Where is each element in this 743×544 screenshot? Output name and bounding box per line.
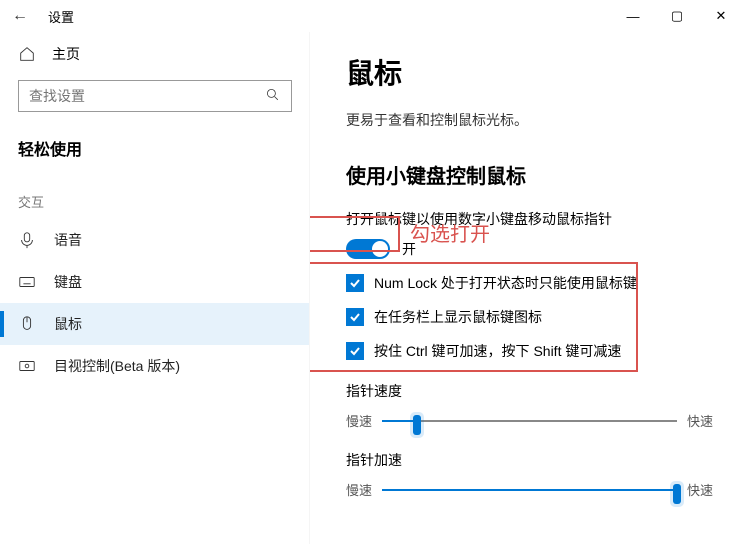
microphone-icon xyxy=(18,231,36,249)
nav-label: 目视控制(Beta 版本) xyxy=(54,356,180,376)
main-panel: 鼠标 更易于查看和控制鼠标光标。 使用小键盘控制鼠标 打开鼠标键以使用数字小键盘… xyxy=(310,32,743,544)
keyboard-icon xyxy=(18,273,36,291)
sidebar-item-keyboard[interactable]: 键盘 xyxy=(0,261,309,303)
close-button[interactable]: ✕ xyxy=(699,0,743,32)
nav-label: 键盘 xyxy=(54,272,82,292)
ctrl-shift-checkbox[interactable] xyxy=(346,342,364,360)
check-label: Num Lock 处于打开状态时只能使用鼠标键 xyxy=(374,273,637,293)
window-title: 设置 xyxy=(48,7,74,26)
fast-label: 快速 xyxy=(687,480,713,499)
slow-label: 慢速 xyxy=(346,480,372,499)
back-button[interactable]: ← xyxy=(0,7,40,25)
numlock-checkbox[interactable] xyxy=(346,274,364,292)
maximize-button[interactable]: ▢ xyxy=(655,0,699,32)
mouse-keys-toggle[interactable] xyxy=(346,239,390,259)
section-heading: 使用小键盘控制鼠标 xyxy=(346,160,713,189)
pointer-speed-slider[interactable] xyxy=(382,412,677,430)
page-heading: 鼠标 xyxy=(346,52,713,92)
sidebar-item-mouse[interactable]: 鼠标 xyxy=(0,303,309,345)
sidebar: 主页 轻松使用 交互 语音 键盘 xyxy=(0,32,310,544)
search-input[interactable] xyxy=(29,88,265,104)
title-bar: ← 设置 ― ▢ ✕ xyxy=(0,0,743,32)
section-title: 轻松使用 xyxy=(0,122,309,184)
page-description: 更易于查看和控制鼠标光标。 xyxy=(346,110,713,130)
sidebar-item-voice[interactable]: 语音 xyxy=(0,219,309,261)
pointer-accel-label: 指针加速 xyxy=(346,450,713,470)
check-label: 按住 Ctrl 键可加速，按下 Shift 键可减速 xyxy=(374,341,621,361)
nav-label: 语音 xyxy=(54,230,82,250)
search-icon xyxy=(265,87,281,106)
toggle-description: 打开鼠标键以使用数字小键盘移动鼠标指针 xyxy=(346,209,713,229)
home-icon xyxy=(18,45,36,63)
eye-icon xyxy=(18,357,36,375)
check-label: 在任务栏上显示鼠标键图标 xyxy=(374,307,542,327)
pointer-speed-label: 指针速度 xyxy=(346,381,713,401)
minimize-button[interactable]: ― xyxy=(611,0,655,32)
search-box[interactable] xyxy=(18,80,292,112)
pointer-accel-slider[interactable] xyxy=(382,481,677,499)
fast-label: 快速 xyxy=(687,411,713,430)
taskbar-icon-checkbox[interactable] xyxy=(346,308,364,326)
sidebar-item-eyecontrol[interactable]: 目视控制(Beta 版本) xyxy=(0,345,309,387)
mouse-icon xyxy=(18,315,36,333)
slow-label: 慢速 xyxy=(346,411,372,430)
home-link[interactable]: 主页 xyxy=(0,38,309,70)
group-title: 交互 xyxy=(0,184,309,219)
toggle-state-label: 开 xyxy=(402,239,416,259)
nav-label: 鼠标 xyxy=(54,314,82,334)
home-label: 主页 xyxy=(52,44,80,64)
